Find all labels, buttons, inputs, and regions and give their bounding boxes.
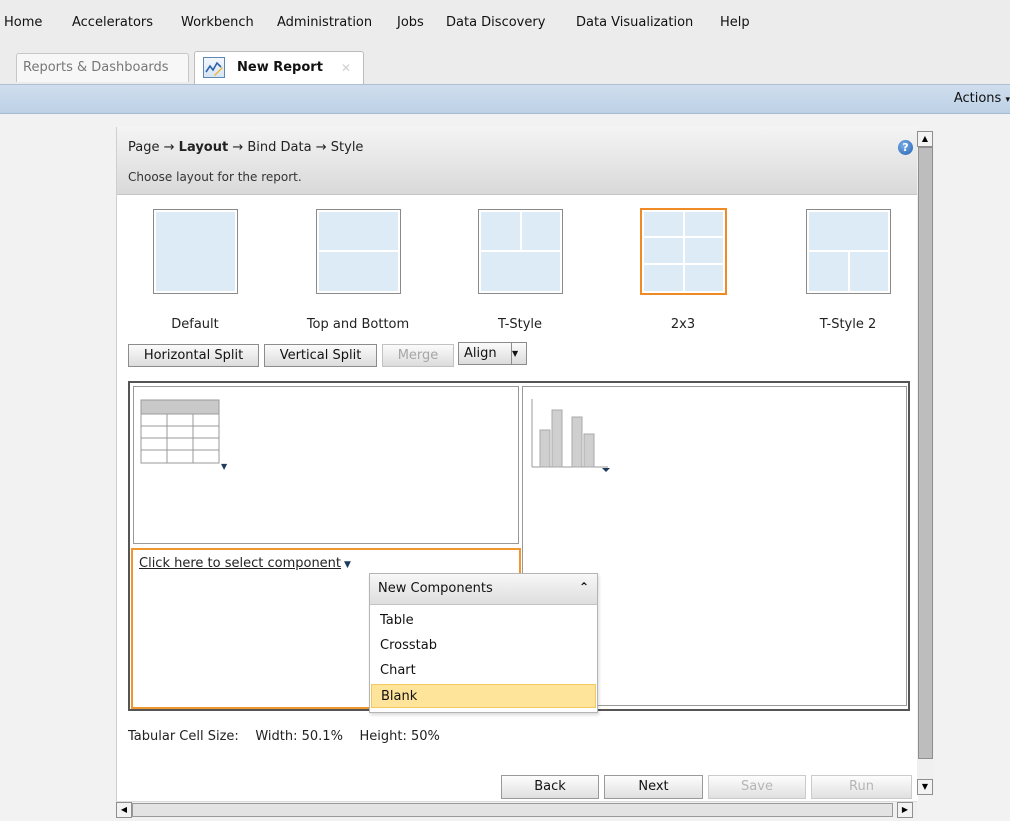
cell-height: Height: 50% bbox=[359, 729, 440, 744]
menu-home[interactable]: Home bbox=[4, 15, 42, 30]
chevron-down-icon[interactable]: ▼ bbox=[221, 462, 227, 471]
scroll-thumb[interactable] bbox=[132, 803, 893, 817]
menu-help[interactable]: Help bbox=[720, 15, 750, 30]
layout-thumbnail[interactable] bbox=[477, 209, 563, 294]
step-page: Page bbox=[128, 140, 160, 155]
cell-size-info: Tabular Cell Size: Width: 50.1% Height: … bbox=[128, 729, 440, 744]
menu-item-blank[interactable]: Blank bbox=[371, 684, 596, 708]
breadcrumb: Page → Layout → Bind Data → Style bbox=[128, 140, 363, 155]
scroll-right-icon[interactable]: ▶ bbox=[897, 802, 913, 818]
new-components-menu: New Components ⌃ Table Crosstab Chart Bl… bbox=[369, 573, 598, 713]
layout-option-t-style[interactable]: T-Style bbox=[460, 209, 580, 332]
menu-workbench[interactable]: Workbench bbox=[181, 15, 254, 30]
back-button[interactable]: Back bbox=[501, 775, 599, 799]
layout-thumbnail[interactable] bbox=[152, 209, 238, 294]
horizontal-split-button[interactable]: Horizontal Split bbox=[128, 344, 259, 367]
menu-data-visualization[interactable]: Data Visualization bbox=[576, 15, 693, 30]
menu-data-discovery[interactable]: Data Discovery bbox=[446, 15, 545, 30]
align-button[interactable]: Align ▼ bbox=[458, 342, 527, 365]
select-component-label: Click here to select component bbox=[139, 556, 342, 571]
step-arrow: → bbox=[232, 140, 244, 155]
layout-option-2x3[interactable]: 2x3 bbox=[623, 208, 743, 332]
layout-option-top-bottom[interactable]: Top and Bottom bbox=[298, 209, 418, 332]
menu-item-crosstab[interactable]: Crosstab bbox=[371, 634, 596, 658]
vertical-scrollbar[interactable]: ▲ ▼ bbox=[917, 131, 934, 795]
scroll-up-icon[interactable]: ▲ bbox=[917, 131, 933, 147]
layout-label: Top and Bottom bbox=[306, 317, 410, 332]
save-button[interactable]: Save bbox=[708, 775, 806, 799]
layout-label: T-Style 2 bbox=[819, 317, 877, 332]
step-style: Style bbox=[330, 140, 364, 155]
layout-option-t-style-2[interactable]: T-Style 2 bbox=[788, 209, 908, 332]
layout-thumbnail[interactable] bbox=[315, 209, 401, 294]
layout-option-default[interactable]: Default bbox=[135, 209, 255, 332]
step-layout: Layout bbox=[178, 140, 229, 155]
cell-size-label: Tabular Cell Size: bbox=[128, 729, 239, 744]
cell-width: Width: 50.1% bbox=[255, 729, 343, 744]
tab-new-report[interactable]: New Report ✕ bbox=[194, 51, 364, 84]
top-menu-bar: Home Accelerators Workbench Administrati… bbox=[0, 0, 1010, 45]
menu-item-table[interactable]: Table bbox=[371, 609, 596, 633]
vertical-split-button[interactable]: Vertical Split bbox=[264, 344, 377, 367]
run-button[interactable]: Run bbox=[811, 775, 912, 799]
tab-label: Reports & Dashboards bbox=[23, 60, 169, 75]
help-icon[interactable]: ? bbox=[898, 140, 913, 155]
layout-thumbnail-selected[interactable] bbox=[639, 208, 727, 295]
chevron-down-icon[interactable]: ▼ bbox=[511, 343, 526, 364]
tab-reports-dashboards[interactable]: Reports & Dashboards bbox=[16, 53, 189, 82]
select-component-link[interactable]: Click here to select component ▼ bbox=[139, 556, 351, 571]
step-bind-data: Bind Data bbox=[247, 140, 312, 155]
bar-chart-component-icon[interactable] bbox=[530, 397, 612, 472]
layout-label: Default bbox=[171, 317, 219, 332]
scroll-left-icon[interactable]: ◀ bbox=[116, 802, 132, 818]
layout-thumbnail[interactable] bbox=[805, 209, 891, 294]
menu-title: New Components bbox=[378, 581, 493, 596]
horizontal-scrollbar[interactable]: ◀ ▶ bbox=[116, 801, 917, 818]
actions-menu[interactable]: Actions ▾ bbox=[954, 91, 1010, 106]
table-component-icon[interactable] bbox=[140, 399, 220, 465]
wizard-header: Page → Layout → Bind Data → Style Choose… bbox=[117, 127, 918, 195]
actions-label: Actions bbox=[953, 91, 1002, 106]
wizard-subtitle: Choose layout for the report. bbox=[128, 170, 302, 184]
tab-label: New Report bbox=[237, 60, 323, 75]
menu-administration[interactable]: Administration bbox=[277, 15, 372, 30]
menu-accelerators[interactable]: Accelerators bbox=[72, 15, 153, 30]
next-button[interactable]: Next bbox=[604, 775, 703, 799]
layout-label: T-Style bbox=[497, 317, 543, 332]
collapse-icon[interactable]: ⌃ bbox=[579, 580, 589, 594]
step-arrow: → bbox=[163, 140, 175, 155]
tab-bar: Reports & Dashboards New Report ✕ bbox=[0, 44, 1010, 84]
align-label: Align bbox=[464, 346, 497, 361]
report-chart-icon bbox=[203, 57, 225, 78]
menu-header: New Components ⌃ bbox=[370, 574, 597, 605]
menu-jobs[interactable]: Jobs bbox=[397, 15, 424, 30]
chevron-down-icon: ▼ bbox=[344, 560, 351, 570]
layout-cell-table[interactable]: ▼ bbox=[133, 386, 519, 544]
scroll-thumb[interactable] bbox=[918, 147, 933, 759]
menu-item-chart[interactable]: Chart bbox=[371, 659, 596, 683]
merge-button[interactable]: Merge bbox=[382, 344, 454, 367]
scroll-down-icon[interactable]: ▼ bbox=[917, 779, 933, 795]
step-arrow: → bbox=[315, 140, 327, 155]
close-icon[interactable]: ✕ bbox=[341, 61, 351, 75]
layout-label: 2x3 bbox=[670, 317, 696, 332]
actions-bar: Actions ▾ bbox=[0, 84, 1010, 114]
